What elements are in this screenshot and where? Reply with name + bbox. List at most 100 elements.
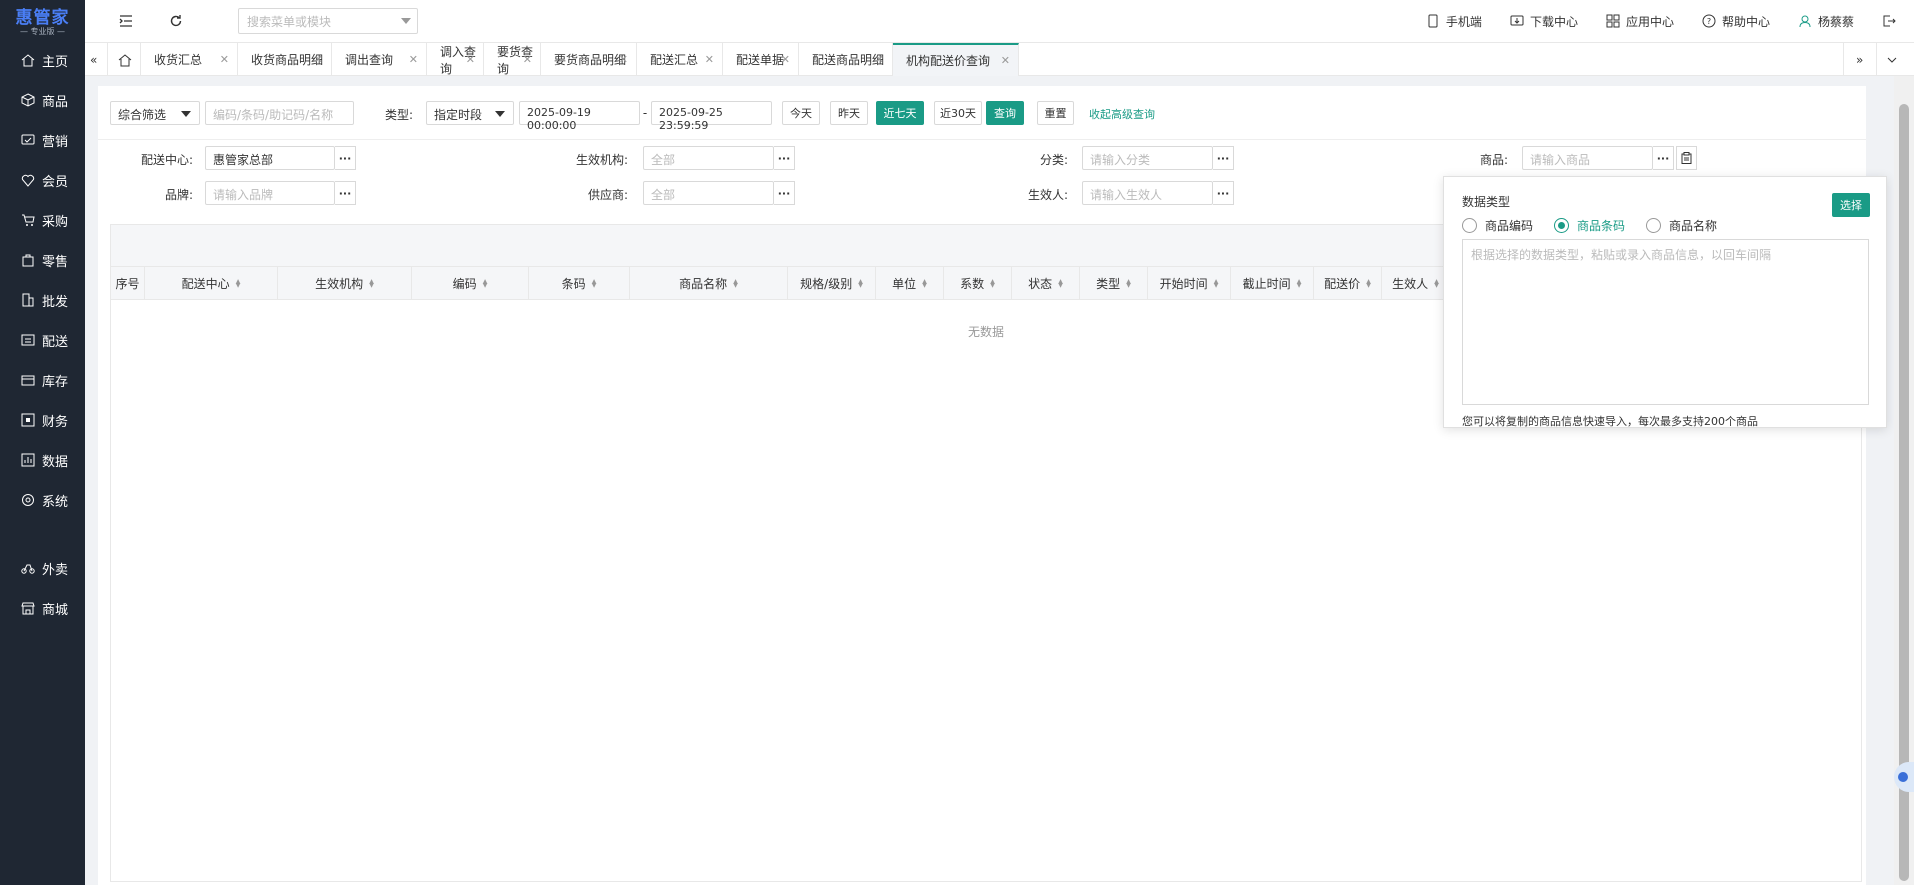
tabs-next-icon[interactable]: » <box>1843 43 1877 76</box>
product-paste-textarea[interactable]: 根据选择的数据类型，粘贴或录入商品信息，以回车间隔 <box>1462 239 1869 405</box>
combo-filter-select[interactable]: 综合筛选 <box>110 101 200 125</box>
date-end-input[interactable]: 2025-09-25 23:59:59 <box>651 101 772 132</box>
tab-item[interactable]: 配送单据 ✕ <box>723 43 799 76</box>
menu-collapse-icon[interactable] <box>111 6 141 36</box>
category-input[interactable]: 请输入分类 <box>1082 146 1213 170</box>
refresh-icon[interactable] <box>161 6 191 36</box>
help-center-link[interactable]: ? 帮助中心 <box>1702 13 1770 30</box>
last-7-days-button[interactable]: 近七天 <box>876 101 924 125</box>
table-column-header[interactable]: 配送中心 ▲ ▼ <box>145 267 278 300</box>
close-icon[interactable]: ✕ <box>523 53 532 66</box>
brand-input[interactable]: 请输入品牌 <box>205 181 335 205</box>
tab-item[interactable]: 收货商品明细 ✕ <box>238 43 332 76</box>
yesterday-button[interactable]: 昨天 <box>830 101 868 125</box>
effector-more-button[interactable]: ··· <box>1213 181 1234 205</box>
query-button[interactable]: 查询 <box>986 101 1024 125</box>
table-column-header[interactable]: 生效人 ▲ ▼ <box>1382 267 1450 300</box>
sidebar-item[interactable]: 财务 <box>0 400 85 440</box>
reset-button[interactable]: 重置 <box>1037 101 1074 125</box>
table-column-header: 序号 <box>111 267 145 300</box>
code-search-input[interactable]: 编码/条码/助记码/名称 <box>205 101 354 125</box>
date-start-input[interactable]: 2025-09-19 00:00:00 <box>519 101 640 132</box>
sidebar-item[interactable]: 采购 <box>0 200 85 240</box>
table-column-header[interactable]: 截止时间 ▲ ▼ <box>1231 267 1314 300</box>
batch-import-popover: 数据类型 选择 商品编码 商品条码 商品名称 根据选择的数据类型，粘贴或录入商品… <box>1443 176 1887 428</box>
tab-item[interactable]: 机构配送价查询 ✕ <box>893 43 1019 76</box>
sidebar-item[interactable]: 主页 <box>0 40 85 80</box>
supplier-input[interactable]: 全部 <box>643 181 774 205</box>
effector-input[interactable]: 请输入生效人 <box>1082 181 1213 205</box>
tab-item[interactable]: 要货商品明细 ✕ <box>541 43 637 76</box>
close-icon[interactable]: ✕ <box>705 53 714 66</box>
tabs-prev-icon[interactable]: « <box>85 43 107 76</box>
center-more-button[interactable]: ··· <box>335 146 356 170</box>
close-icon[interactable]: ✕ <box>409 53 418 66</box>
table-column-header[interactable]: 商品名称 ▲ ▼ <box>630 267 788 300</box>
today-button[interactable]: 今天 <box>782 101 820 125</box>
home-tab-icon[interactable] <box>107 43 141 76</box>
logo[interactable]: 惠管家 — 专业版 — <box>0 0 85 40</box>
radio-product-code[interactable]: 商品编码 <box>1462 217 1533 234</box>
table-column-header[interactable]: 开始时间 ▲ ▼ <box>1148 267 1231 300</box>
org-more-button[interactable]: ··· <box>774 146 795 170</box>
radio-product-barcode[interactable]: 商品条码 <box>1554 217 1625 234</box>
center-input[interactable]: 惠管家总部 <box>205 146 335 170</box>
sidebar-item[interactable]: 外卖 <box>0 548 85 588</box>
tab-item[interactable]: 配送商品明细 ✕ <box>799 43 893 76</box>
last-30-days-button[interactable]: 近30天 <box>934 101 982 125</box>
user-menu[interactable]: 杨蔡蔡 <box>1798 13 1854 30</box>
type-select[interactable]: 指定时段 <box>426 101 514 125</box>
sidebar-item[interactable]: 批发 <box>0 280 85 320</box>
tab-item[interactable]: 收货汇总 ✕ <box>141 43 238 76</box>
finance-icon <box>20 412 36 428</box>
tab-item[interactable]: 配送汇总 ✕ <box>637 43 723 76</box>
mobile-link[interactable]: 手机端 <box>1426 13 1482 30</box>
close-icon[interactable]: ✕ <box>220 53 229 66</box>
table-column-header[interactable]: 规格/级别 ▲ ▼ <box>788 267 876 300</box>
product-more-button[interactable]: ··· <box>1653 146 1674 170</box>
category-label: 分类: <box>1039 153 1068 167</box>
brand-more-button[interactable]: ··· <box>335 181 356 205</box>
close-icon[interactable]: ✕ <box>619 53 628 66</box>
sidebar-item[interactable]: 系统 <box>0 480 85 520</box>
clipboard-icon[interactable] <box>1676 146 1697 170</box>
table-column-header[interactable]: 编码 ▲ ▼ <box>412 267 529 300</box>
tabs-dropdown-icon[interactable] <box>1877 43 1907 76</box>
tab-item[interactable]: 调入查询 ✕ <box>427 43 484 76</box>
sidebar-item[interactable]: 数据 <box>0 440 85 480</box>
radio-product-name[interactable]: 商品名称 <box>1646 217 1717 234</box>
product-input[interactable]: 请输入商品 <box>1522 146 1653 170</box>
table-column-header[interactable]: 单位 ▲ ▼ <box>876 267 944 300</box>
table-column-header[interactable]: 配送价 ▲ ▼ <box>1314 267 1382 300</box>
sidebar-item[interactable]: 商品 <box>0 80 85 120</box>
sidebar-item[interactable]: 库存 <box>0 360 85 400</box>
menu-search-input[interactable]: 搜索菜单或模块 <box>238 8 418 34</box>
table-column-header[interactable]: 条码 ▲ ▼ <box>529 267 630 300</box>
select-button[interactable]: 选择 <box>1832 193 1870 217</box>
table-column-header[interactable]: 状态 ▲ ▼ <box>1012 267 1080 300</box>
sidebar-item[interactable]: 会员 <box>0 160 85 200</box>
sidebar-item[interactable]: 零售 <box>0 240 85 280</box>
tab-item[interactable]: 要货查询 ✕ <box>484 43 541 76</box>
close-icon[interactable]: ✕ <box>314 53 323 66</box>
supplier-more-button[interactable]: ··· <box>774 181 795 205</box>
download-center-link[interactable]: 下载中心 <box>1510 13 1578 30</box>
close-icon[interactable]: ✕ <box>1001 54 1010 67</box>
tab-item[interactable]: 调出查询 ✕ <box>332 43 427 76</box>
close-icon[interactable]: ✕ <box>781 53 790 66</box>
app-center-link[interactable]: 应用中心 <box>1606 13 1674 30</box>
sidebar-item[interactable]: 配送 <box>0 320 85 360</box>
table-column-header[interactable]: 生效机构 ▲ ▼ <box>278 267 412 300</box>
sidebar-item[interactable]: 营销 <box>0 120 85 160</box>
category-more-button[interactable]: ··· <box>1213 146 1234 170</box>
logo-title: 惠管家 <box>15 8 70 28</box>
close-icon[interactable]: ✕ <box>875 53 884 66</box>
table-column-header[interactable]: 系数 ▲ ▼ <box>944 267 1012 300</box>
column-label: 配送中心 <box>181 277 230 291</box>
collapse-advanced-link[interactable]: 收起高级查询 <box>1089 106 1189 122</box>
org-input[interactable]: 全部 <box>643 146 774 170</box>
logout-icon[interactable] <box>1882 14 1902 28</box>
table-column-header[interactable]: 类型 ▲ ▼ <box>1080 267 1148 300</box>
sidebar-item[interactable]: 商城 <box>0 588 85 628</box>
close-icon[interactable]: ✕ <box>466 53 475 66</box>
